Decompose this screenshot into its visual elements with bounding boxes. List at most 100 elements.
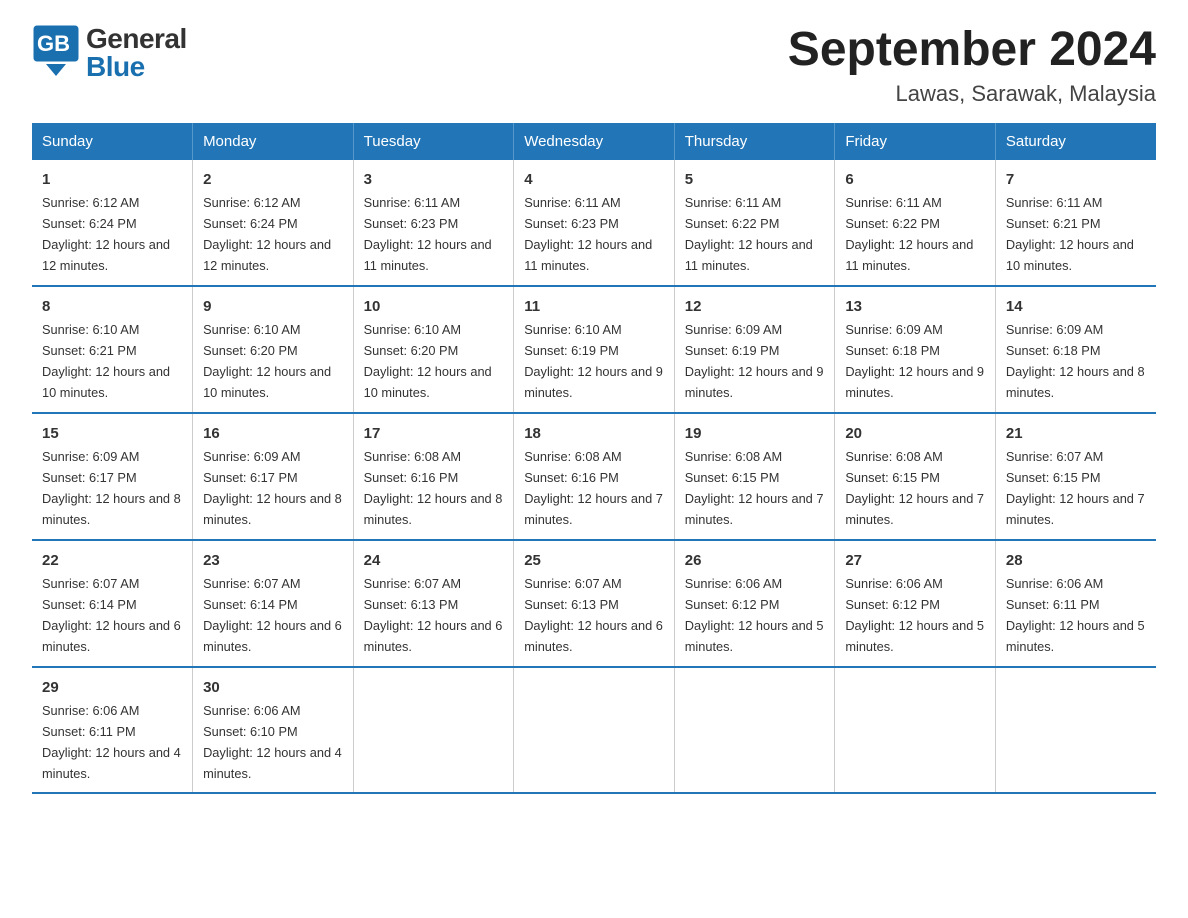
day-number: 28 bbox=[1006, 549, 1146, 572]
calendar-cell: 9 Sunrise: 6:10 AMSunset: 6:20 PMDaylight… bbox=[193, 286, 354, 413]
day-info: Sunrise: 6:11 AMSunset: 6:22 PMDaylight:… bbox=[845, 195, 973, 273]
day-info: Sunrise: 6:09 AMSunset: 6:17 PMDaylight:… bbox=[203, 449, 342, 527]
logo-text: General Blue bbox=[86, 25, 187, 81]
day-number: 7 bbox=[1006, 168, 1146, 191]
day-number: 19 bbox=[685, 422, 825, 445]
day-info: Sunrise: 6:06 AMSunset: 6:12 PMDaylight:… bbox=[845, 576, 984, 654]
day-info: Sunrise: 6:10 AMSunset: 6:19 PMDaylight:… bbox=[524, 322, 663, 400]
page-subtitle: Lawas, Sarawak, Malaysia bbox=[788, 81, 1156, 107]
day-header-friday: Friday bbox=[835, 123, 996, 160]
calendar-cell: 5Sunrise: 6:11 AMSunset: 6:22 PMDaylight… bbox=[674, 160, 835, 286]
calendar-cell: 26 Sunrise: 6:06 AMSunset: 6:12 PMDayligh… bbox=[674, 540, 835, 667]
day-number: 17 bbox=[364, 422, 504, 445]
calendar-cell: 27 Sunrise: 6:06 AMSunset: 6:12 PMDayligh… bbox=[835, 540, 996, 667]
day-info: Sunrise: 6:08 AMSunset: 6:15 PMDaylight:… bbox=[685, 449, 824, 527]
day-number: 23 bbox=[203, 549, 343, 572]
logo-blue-text: Blue bbox=[86, 53, 187, 81]
calendar-cell: 1 Sunrise: 6:12 AMSunset: 6:24 PMDaylight… bbox=[32, 160, 193, 286]
day-info: Sunrise: 6:09 AMSunset: 6:19 PMDaylight:… bbox=[685, 322, 824, 400]
day-number: 12 bbox=[685, 295, 825, 318]
day-info: Sunrise: 6:10 AMSunset: 6:21 PMDaylight:… bbox=[42, 322, 170, 400]
day-info: Sunrise: 6:09 AMSunset: 6:17 PMDaylight:… bbox=[42, 449, 181, 527]
calendar-cell bbox=[514, 667, 675, 794]
day-info: Sunrise: 6:07 AMSunset: 6:13 PMDaylight:… bbox=[524, 576, 663, 654]
day-info: Sunrise: 6:12 AMSunset: 6:24 PMDaylight:… bbox=[203, 195, 331, 273]
day-number: 8 bbox=[42, 295, 182, 318]
calendar-cell: 17 Sunrise: 6:08 AMSunset: 6:16 PMDayligh… bbox=[353, 413, 514, 540]
calendar-week-row: 22 Sunrise: 6:07 AMSunset: 6:14 PMDayligh… bbox=[32, 540, 1156, 667]
calendar-week-row: 15 Sunrise: 6:09 AMSunset: 6:17 PMDayligh… bbox=[32, 413, 1156, 540]
day-info: Sunrise: 6:09 AMSunset: 6:18 PMDaylight:… bbox=[1006, 322, 1145, 400]
day-info: Sunrise: 6:07 AMSunset: 6:15 PMDaylight:… bbox=[1006, 449, 1145, 527]
day-number: 11 bbox=[524, 295, 664, 318]
day-number: 25 bbox=[524, 549, 664, 572]
day-number: 10 bbox=[364, 295, 504, 318]
day-info: Sunrise: 6:10 AMSunset: 6:20 PMDaylight:… bbox=[203, 322, 331, 400]
day-number: 13 bbox=[845, 295, 985, 318]
calendar-cell bbox=[674, 667, 835, 794]
calendar-cell: 4Sunrise: 6:11 AMSunset: 6:23 PMDaylight… bbox=[514, 160, 675, 286]
day-info: Sunrise: 6:06 AMSunset: 6:12 PMDaylight:… bbox=[685, 576, 824, 654]
day-number: 18 bbox=[524, 422, 664, 445]
logo: GB General Blue bbox=[32, 24, 187, 81]
day-info: Sunrise: 6:06 AMSunset: 6:11 PMDaylight:… bbox=[42, 703, 181, 781]
calendar-cell: 7Sunrise: 6:11 AMSunset: 6:21 PMDaylight… bbox=[995, 160, 1156, 286]
day-info: Sunrise: 6:07 AMSunset: 6:13 PMDaylight:… bbox=[364, 576, 503, 654]
day-info: Sunrise: 6:06 AMSunset: 6:10 PMDaylight:… bbox=[203, 703, 342, 781]
day-number: 15 bbox=[42, 422, 182, 445]
svg-text:GB: GB bbox=[37, 31, 70, 56]
day-header-tuesday: Tuesday bbox=[353, 123, 514, 160]
day-info: Sunrise: 6:08 AMSunset: 6:16 PMDaylight:… bbox=[364, 449, 503, 527]
day-number: 30 bbox=[203, 676, 343, 699]
day-header-wednesday: Wednesday bbox=[514, 123, 675, 160]
calendar-cell: 2 Sunrise: 6:12 AMSunset: 6:24 PMDaylight… bbox=[193, 160, 354, 286]
day-info: Sunrise: 6:11 AMSunset: 6:23 PMDaylight:… bbox=[524, 195, 652, 273]
calendar-week-row: 8 Sunrise: 6:10 AMSunset: 6:21 PMDaylight… bbox=[32, 286, 1156, 413]
day-number: 14 bbox=[1006, 295, 1146, 318]
calendar-cell bbox=[353, 667, 514, 794]
calendar-cell: 13Sunrise: 6:09 AMSunset: 6:18 PMDayligh… bbox=[835, 286, 996, 413]
calendar-cell: 28 Sunrise: 6:06 AMSunset: 6:11 PMDayligh… bbox=[995, 540, 1156, 667]
day-info: Sunrise: 6:06 AMSunset: 6:11 PMDaylight:… bbox=[1006, 576, 1145, 654]
calendar-cell: 14 Sunrise: 6:09 AMSunset: 6:18 PMDayligh… bbox=[995, 286, 1156, 413]
day-header-saturday: Saturday bbox=[995, 123, 1156, 160]
logo-icon: GB bbox=[32, 24, 80, 81]
day-number: 24 bbox=[364, 549, 504, 572]
day-info: Sunrise: 6:08 AMSunset: 6:15 PMDaylight:… bbox=[845, 449, 984, 527]
day-number: 3 bbox=[364, 168, 504, 191]
day-number: 27 bbox=[845, 549, 985, 572]
calendar-table: SundayMondayTuesdayWednesdayThursdayFrid… bbox=[32, 123, 1156, 795]
logo-general-text: General bbox=[86, 25, 187, 53]
calendar-cell: 23 Sunrise: 6:07 AMSunset: 6:14 PMDayligh… bbox=[193, 540, 354, 667]
day-info: Sunrise: 6:07 AMSunset: 6:14 PMDaylight:… bbox=[42, 576, 181, 654]
day-number: 1 bbox=[42, 168, 182, 191]
day-number: 5 bbox=[685, 168, 825, 191]
day-number: 29 bbox=[42, 676, 182, 699]
day-number: 9 bbox=[203, 295, 343, 318]
calendar-cell: 11 Sunrise: 6:10 AMSunset: 6:19 PMDayligh… bbox=[514, 286, 675, 413]
calendar-header-row: SundayMondayTuesdayWednesdayThursdayFrid… bbox=[32, 123, 1156, 160]
day-header-thursday: Thursday bbox=[674, 123, 835, 160]
calendar-cell: 20 Sunrise: 6:08 AMSunset: 6:15 PMDayligh… bbox=[835, 413, 996, 540]
day-number: 22 bbox=[42, 549, 182, 572]
day-header-monday: Monday bbox=[193, 123, 354, 160]
calendar-cell: 15 Sunrise: 6:09 AMSunset: 6:17 PMDayligh… bbox=[32, 413, 193, 540]
calendar-cell: 29 Sunrise: 6:06 AMSunset: 6:11 PMDayligh… bbox=[32, 667, 193, 794]
day-number: 26 bbox=[685, 549, 825, 572]
calendar-cell: 22 Sunrise: 6:07 AMSunset: 6:14 PMDayligh… bbox=[32, 540, 193, 667]
day-number: 2 bbox=[203, 168, 343, 191]
day-number: 20 bbox=[845, 422, 985, 445]
calendar-cell: 12 Sunrise: 6:09 AMSunset: 6:19 PMDayligh… bbox=[674, 286, 835, 413]
calendar-cell: 18Sunrise: 6:08 AMSunset: 6:16 PMDayligh… bbox=[514, 413, 675, 540]
calendar-cell: 16 Sunrise: 6:09 AMSunset: 6:17 PMDayligh… bbox=[193, 413, 354, 540]
calendar-cell: 30 Sunrise: 6:06 AMSunset: 6:10 PMDayligh… bbox=[193, 667, 354, 794]
day-info: Sunrise: 6:12 AMSunset: 6:24 PMDaylight:… bbox=[42, 195, 170, 273]
calendar-cell: 25 Sunrise: 6:07 AMSunset: 6:13 PMDayligh… bbox=[514, 540, 675, 667]
calendar-cell: 10Sunrise: 6:10 AMSunset: 6:20 PMDayligh… bbox=[353, 286, 514, 413]
day-number: 16 bbox=[203, 422, 343, 445]
day-info: Sunrise: 6:07 AMSunset: 6:14 PMDaylight:… bbox=[203, 576, 342, 654]
day-number: 6 bbox=[845, 168, 985, 191]
page-title: September 2024 bbox=[788, 24, 1156, 77]
calendar-cell bbox=[835, 667, 996, 794]
calendar-cell: 21Sunrise: 6:07 AMSunset: 6:15 PMDayligh… bbox=[995, 413, 1156, 540]
